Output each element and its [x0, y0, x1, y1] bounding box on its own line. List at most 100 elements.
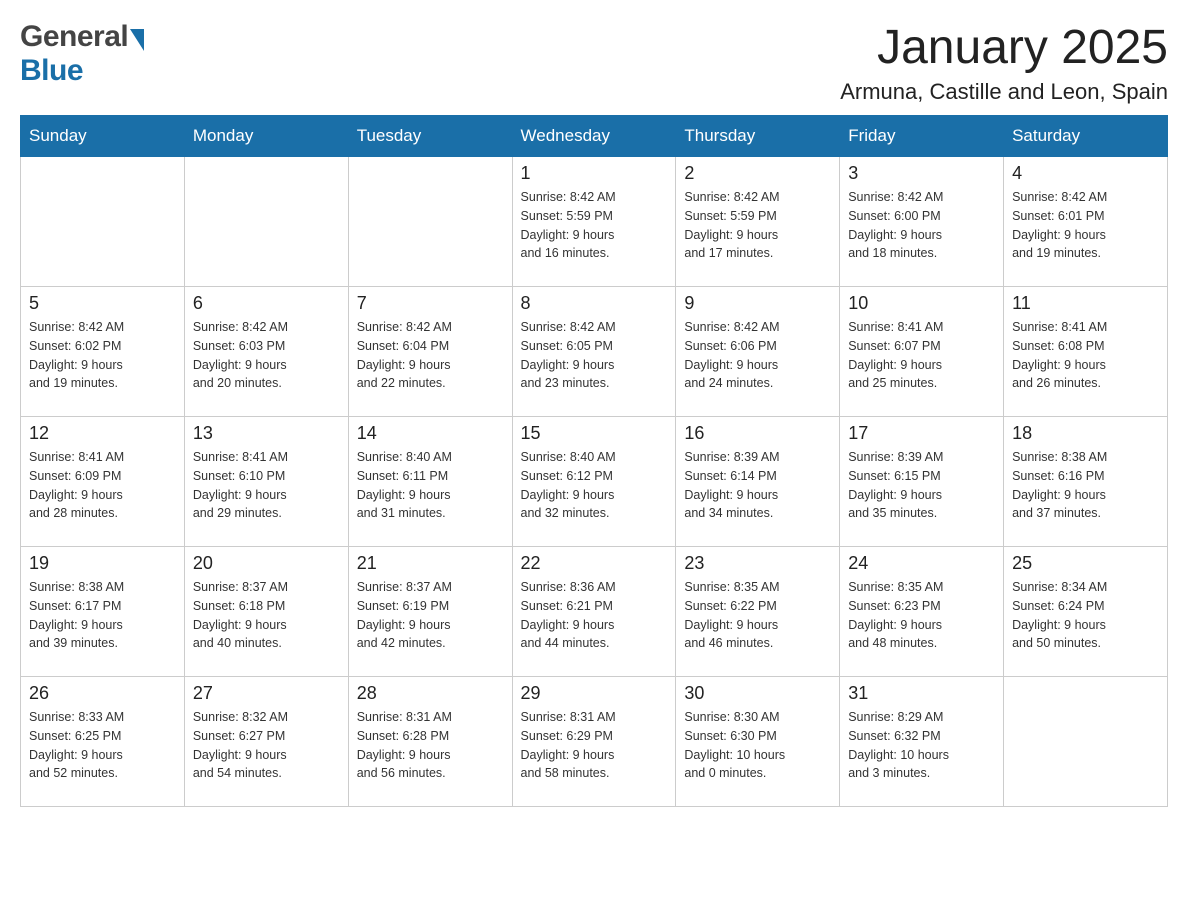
day-info: Sunrise: 8:42 AMSunset: 6:01 PMDaylight:… [1012, 188, 1159, 263]
day-cell: 8 Sunrise: 8:42 AMSunset: 6:05 PMDaylight… [512, 287, 676, 417]
day-info: Sunrise: 8:37 AMSunset: 6:19 PMDaylight:… [357, 578, 504, 653]
day-number: 6 [193, 293, 340, 314]
day-cell [21, 157, 185, 287]
day-number: 3 [848, 163, 995, 184]
day-number: 11 [1012, 293, 1159, 314]
day-number: 21 [357, 553, 504, 574]
day-number: 25 [1012, 553, 1159, 574]
day-info: Sunrise: 8:42 AMSunset: 6:00 PMDaylight:… [848, 188, 995, 263]
day-number: 23 [684, 553, 831, 574]
day-number: 30 [684, 683, 831, 704]
day-info: Sunrise: 8:29 AMSunset: 6:32 PMDaylight:… [848, 708, 995, 783]
day-cell: 14 Sunrise: 8:40 AMSunset: 6:11 PMDayligh… [348, 417, 512, 547]
calendar-table: SundayMondayTuesdayWednesdayThursdayFrid… [20, 115, 1168, 807]
day-cell: 12Sunrise: 8:41 AMSunset: 6:09 PMDayligh… [21, 417, 185, 547]
logo-general-text: General [20, 20, 128, 54]
day-info: Sunrise: 8:41 AMSunset: 6:07 PMDaylight:… [848, 318, 995, 393]
logo-arrow-icon [130, 29, 144, 51]
day-number: 15 [521, 423, 668, 444]
day-cell: 20 Sunrise: 8:37 AMSunset: 6:18 PMDayligh… [184, 547, 348, 677]
day-info: Sunrise: 8:34 AMSunset: 6:24 PMDaylight:… [1012, 578, 1159, 653]
title-area: January 2025 Armuna, Castille and Leon, … [840, 20, 1168, 105]
day-cell: 19Sunrise: 8:38 AMSunset: 6:17 PMDayligh… [21, 547, 185, 677]
day-cell: 17Sunrise: 8:39 AMSunset: 6:15 PMDayligh… [840, 417, 1004, 547]
day-cell: 6 Sunrise: 8:42 AMSunset: 6:03 PMDaylight… [184, 287, 348, 417]
day-cell: 9 Sunrise: 8:42 AMSunset: 6:06 PMDaylight… [676, 287, 840, 417]
day-number: 5 [29, 293, 176, 314]
day-number: 2 [684, 163, 831, 184]
day-cell: 22 Sunrise: 8:36 AMSunset: 6:21 PMDayligh… [512, 547, 676, 677]
day-info: Sunrise: 8:32 AMSunset: 6:27 PMDaylight:… [193, 708, 340, 783]
day-cell: 10 Sunrise: 8:41 AMSunset: 6:07 PMDayligh… [840, 287, 1004, 417]
day-info: Sunrise: 8:42 AMSunset: 5:59 PMDaylight:… [684, 188, 831, 263]
day-cell: 15 Sunrise: 8:40 AMSunset: 6:12 PMDayligh… [512, 417, 676, 547]
day-number: 24 [848, 553, 995, 574]
header-monday: Monday [184, 116, 348, 157]
logo: General Blue [20, 20, 144, 88]
day-cell: 25 Sunrise: 8:34 AMSunset: 6:24 PMDayligh… [1004, 547, 1168, 677]
location-title: Armuna, Castille and Leon, Spain [840, 79, 1168, 105]
day-info: Sunrise: 8:42 AMSunset: 6:05 PMDaylight:… [521, 318, 668, 393]
day-info: Sunrise: 8:41 AMSunset: 6:09 PMDaylight:… [29, 448, 176, 523]
day-info: Sunrise: 8:33 AMSunset: 6:25 PMDaylight:… [29, 708, 176, 783]
day-info: Sunrise: 8:42 AMSunset: 6:02 PMDaylight:… [29, 318, 176, 393]
day-number: 4 [1012, 163, 1159, 184]
day-cell: 24 Sunrise: 8:35 AMSunset: 6:23 PMDayligh… [840, 547, 1004, 677]
day-number: 10 [848, 293, 995, 314]
day-number: 13 [193, 423, 340, 444]
day-number: 20 [193, 553, 340, 574]
day-cell: 13 Sunrise: 8:41 AMSunset: 6:10 PMDayligh… [184, 417, 348, 547]
day-cell: 26 Sunrise: 8:33 AMSunset: 6:25 PMDayligh… [21, 677, 185, 807]
day-number: 14 [357, 423, 504, 444]
header: General Blue January 2025 Armuna, Castil… [20, 20, 1168, 105]
week-row-0: 1 Sunrise: 8:42 AMSunset: 5:59 PMDaylight… [21, 157, 1168, 287]
day-cell: 23Sunrise: 8:35 AMSunset: 6:22 PMDayligh… [676, 547, 840, 677]
day-info: Sunrise: 8:42 AMSunset: 6:06 PMDaylight:… [684, 318, 831, 393]
header-sunday: Sunday [21, 116, 185, 157]
day-number: 22 [521, 553, 668, 574]
day-info: Sunrise: 8:41 AMSunset: 6:08 PMDaylight:… [1012, 318, 1159, 393]
day-cell: 29 Sunrise: 8:31 AMSunset: 6:29 PMDayligh… [512, 677, 676, 807]
day-cell: 5 Sunrise: 8:42 AMSunset: 6:02 PMDaylight… [21, 287, 185, 417]
day-number: 1 [521, 163, 668, 184]
day-number: 28 [357, 683, 504, 704]
day-info: Sunrise: 8:42 AMSunset: 5:59 PMDaylight:… [521, 188, 668, 263]
day-info: Sunrise: 8:38 AMSunset: 6:17 PMDaylight:… [29, 578, 176, 653]
calendar-header-row: SundayMondayTuesdayWednesdayThursdayFrid… [21, 116, 1168, 157]
day-info: Sunrise: 8:39 AMSunset: 6:14 PMDaylight:… [684, 448, 831, 523]
day-cell: 11 Sunrise: 8:41 AMSunset: 6:08 PMDayligh… [1004, 287, 1168, 417]
day-info: Sunrise: 8:37 AMSunset: 6:18 PMDaylight:… [193, 578, 340, 653]
day-info: Sunrise: 8:36 AMSunset: 6:21 PMDaylight:… [521, 578, 668, 653]
day-number: 26 [29, 683, 176, 704]
day-info: Sunrise: 8:30 AMSunset: 6:30 PMDaylight:… [684, 708, 831, 783]
day-info: Sunrise: 8:31 AMSunset: 6:29 PMDaylight:… [521, 708, 668, 783]
day-info: Sunrise: 8:40 AMSunset: 6:12 PMDaylight:… [521, 448, 668, 523]
day-number: 29 [521, 683, 668, 704]
day-cell [184, 157, 348, 287]
day-info: Sunrise: 8:31 AMSunset: 6:28 PMDaylight:… [357, 708, 504, 783]
header-tuesday: Tuesday [348, 116, 512, 157]
week-row-1: 5 Sunrise: 8:42 AMSunset: 6:02 PMDaylight… [21, 287, 1168, 417]
day-number: 9 [684, 293, 831, 314]
day-info: Sunrise: 8:40 AMSunset: 6:11 PMDaylight:… [357, 448, 504, 523]
day-info: Sunrise: 8:42 AMSunset: 6:03 PMDaylight:… [193, 318, 340, 393]
day-number: 18 [1012, 423, 1159, 444]
header-friday: Friday [840, 116, 1004, 157]
day-cell: 27 Sunrise: 8:32 AMSunset: 6:27 PMDayligh… [184, 677, 348, 807]
day-info: Sunrise: 8:35 AMSunset: 6:23 PMDaylight:… [848, 578, 995, 653]
day-info: Sunrise: 8:39 AMSunset: 6:15 PMDaylight:… [848, 448, 995, 523]
day-cell: 28 Sunrise: 8:31 AMSunset: 6:28 PMDayligh… [348, 677, 512, 807]
header-saturday: Saturday [1004, 116, 1168, 157]
day-cell: 2 Sunrise: 8:42 AMSunset: 5:59 PMDaylight… [676, 157, 840, 287]
week-row-3: 19Sunrise: 8:38 AMSunset: 6:17 PMDayligh… [21, 547, 1168, 677]
day-number: 27 [193, 683, 340, 704]
logo-blue-text: Blue [20, 54, 83, 87]
day-number: 8 [521, 293, 668, 314]
day-info: Sunrise: 8:42 AMSunset: 6:04 PMDaylight:… [357, 318, 504, 393]
day-cell: 18Sunrise: 8:38 AMSunset: 6:16 PMDayligh… [1004, 417, 1168, 547]
day-info: Sunrise: 8:41 AMSunset: 6:10 PMDaylight:… [193, 448, 340, 523]
week-row-2: 12Sunrise: 8:41 AMSunset: 6:09 PMDayligh… [21, 417, 1168, 547]
day-cell: 3 Sunrise: 8:42 AMSunset: 6:00 PMDaylight… [840, 157, 1004, 287]
day-cell [1004, 677, 1168, 807]
month-title: January 2025 [840, 20, 1168, 75]
